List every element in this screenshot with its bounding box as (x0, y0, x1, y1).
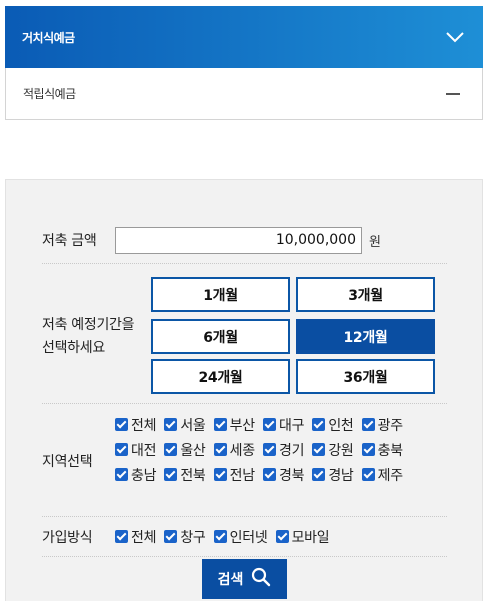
region-option-ulsan[interactable]: 울산 (164, 443, 206, 459)
checkbox-checked-icon[interactable] (115, 418, 128, 431)
checkbox-checked-icon[interactable] (164, 418, 178, 431)
region-option-gwangju[interactable]: 광주 (361, 418, 403, 434)
region-checkbox-group: 전체 서울 부산 대구 인천 광주 대전 울산 세종 경기 강원 충북 충남 전… (115, 414, 415, 489)
checkbox-checked-icon[interactable] (312, 418, 326, 431)
search-button-label: 검색 (217, 572, 244, 588)
period-3m-button[interactable]: 3개월 (296, 277, 435, 312)
region-option-jeonbuk[interactable]: 전북 (164, 468, 206, 484)
region-option-gangwon[interactable]: 강원 (312, 443, 354, 459)
region-option-gyeongnam[interactable]: 경남 (312, 468, 354, 484)
region-option-gyeongbuk[interactable]: 경북 (262, 468, 304, 484)
checkbox-checked-icon[interactable] (361, 443, 375, 456)
currency-unit: 원 (369, 235, 381, 250)
region-option-sejong[interactable]: 세종 (213, 443, 255, 459)
search-form-panel: 저축 금액 10,000,000 원 저축 예정기간을 선택하세요 1개월 3개… (5, 179, 483, 601)
checkbox-checked-icon[interactable] (213, 418, 227, 431)
checkbox-checked-icon[interactable] (115, 530, 128, 543)
checkbox-checked-icon[interactable] (312, 443, 326, 456)
amount-label: 저축 금액 (42, 233, 97, 249)
checkbox-checked-icon[interactable] (164, 530, 178, 543)
region-option-chungnam[interactable]: 충남 (115, 468, 156, 484)
checkbox-checked-icon[interactable] (115, 468, 128, 481)
region-option-all[interactable]: 전체 (115, 418, 156, 434)
checkbox-checked-icon[interactable] (275, 530, 289, 543)
search-button[interactable]: 검색 (202, 559, 287, 599)
method-checkbox-group: 전체 창구 인터넷 모바일 (115, 527, 333, 549)
period-label-line2: 선택하세요 (42, 340, 105, 356)
region-option-jeju[interactable]: 제주 (361, 468, 403, 484)
region-option-jeonnam[interactable]: 전남 (213, 468, 255, 484)
checkbox-checked-icon[interactable] (115, 443, 128, 456)
checkbox-checked-icon[interactable] (213, 468, 227, 481)
method-label: 가입방식 (42, 530, 93, 546)
region-option-daegu[interactable]: 대구 (262, 418, 304, 434)
region-label: 지역선택 (42, 454, 93, 470)
chevron-down-icon[interactable] (445, 27, 465, 47)
checkbox-checked-icon[interactable] (262, 468, 276, 481)
minus-icon[interactable] (446, 92, 460, 95)
period-1m-button[interactable]: 1개월 (151, 277, 290, 312)
tab-label: 거치식예금 (22, 30, 75, 45)
method-option-all[interactable]: 전체 (115, 530, 156, 546)
amount-input[interactable]: 10,000,000 (115, 227, 362, 254)
region-option-gyeonggi[interactable]: 경기 (262, 443, 304, 459)
checkbox-checked-icon[interactable] (361, 468, 375, 481)
period-36m-button[interactable]: 36개월 (296, 359, 435, 394)
region-option-incheon[interactable]: 인천 (312, 418, 354, 434)
tab-installment-savings[interactable]: 적립식예금 (5, 68, 483, 120)
region-option-chungbuk[interactable]: 충북 (361, 443, 403, 459)
tab-lump-sum-deposit[interactable]: 거치식예금 (5, 6, 483, 68)
method-option-branch[interactable]: 창구 (164, 530, 206, 546)
period-6m-button[interactable]: 6개월 (151, 319, 290, 354)
region-option-seoul[interactable]: 서울 (164, 418, 206, 434)
tab-label: 적립식예금 (23, 87, 76, 101)
search-icon (251, 567, 271, 591)
period-24m-button[interactable]: 24개월 (151, 359, 290, 394)
region-option-daejeon[interactable]: 대전 (115, 443, 156, 459)
checkbox-checked-icon[interactable] (164, 443, 178, 456)
checkbox-checked-icon[interactable] (262, 443, 276, 456)
method-option-mobile[interactable]: 모바일 (275, 530, 330, 546)
method-option-internet[interactable]: 인터넷 (213, 530, 268, 546)
period-12m-button[interactable]: 12개월 (296, 319, 435, 354)
checkbox-checked-icon[interactable] (213, 443, 227, 456)
checkbox-checked-icon[interactable] (164, 468, 178, 481)
checkbox-checked-icon[interactable] (361, 418, 375, 431)
region-option-busan[interactable]: 부산 (213, 418, 255, 434)
checkbox-checked-icon[interactable] (213, 530, 227, 543)
checkbox-checked-icon[interactable] (312, 468, 326, 481)
checkbox-checked-icon[interactable] (262, 418, 276, 431)
period-label-line1: 저축 예정기간을 (42, 317, 135, 333)
